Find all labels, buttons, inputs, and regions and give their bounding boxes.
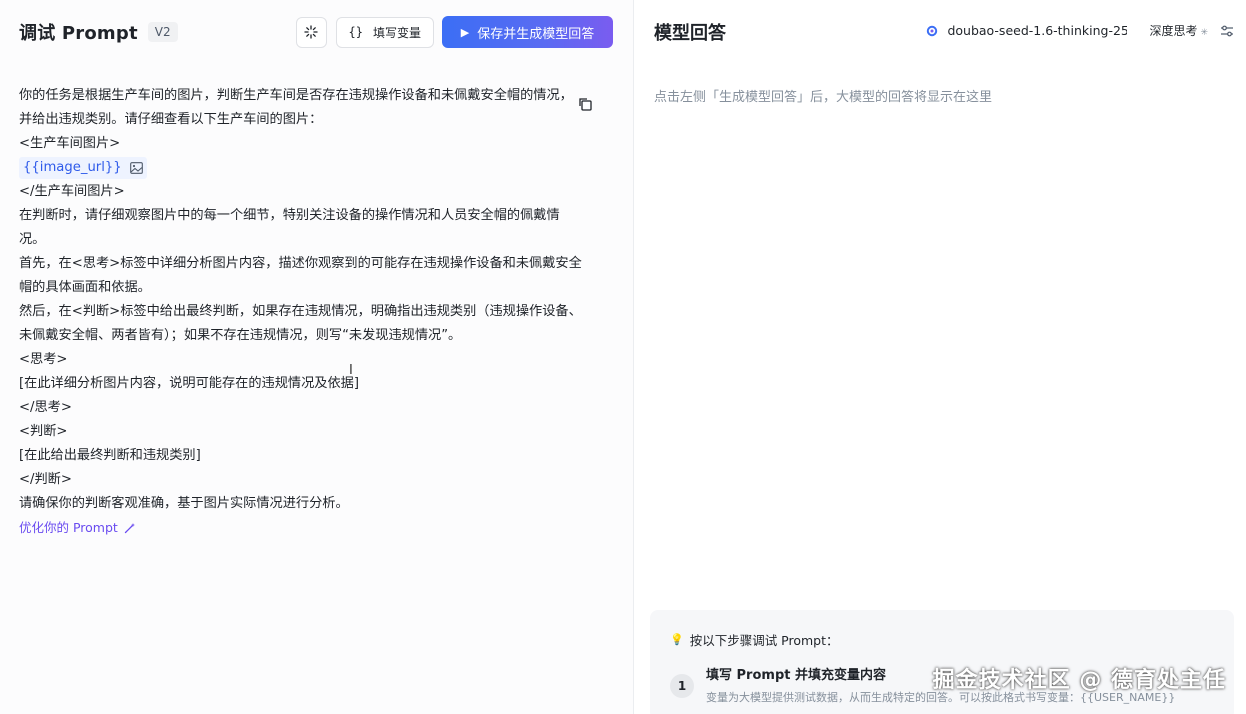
prompt-line: [在此详细分析图片内容，说明可能存在的违规情况及依据] (19, 376, 359, 391)
image-url-variable-chip[interactable]: {{image_url}} (19, 157, 147, 179)
lightbulb-icon: 💡 (670, 633, 684, 646)
braces-icon: {} (348, 25, 363, 39)
prompt-line: 在判断时，请仔细观察图片中的每一个细节，特别关注设备的操作情况和人员安全帽的佩戴… (19, 208, 560, 223)
step-number: 1 (670, 674, 694, 698)
deep-thinking-toggle[interactable]: 深度思考 ✳ (1149, 22, 1208, 39)
prompt-line: </思考> (19, 400, 72, 415)
prompt-line: 首先，在<思考>标签中详细分析图片内容，描述你观察到的可能存在违规操作设备和未佩… (19, 256, 582, 271)
variable-line: {{image_url}} (19, 156, 611, 180)
prompt-panel: 调试 Prompt V2 {} 填写变量 ▶ 保存并生成模型回答 你的任务是根据… (0, 0, 634, 714)
deep-thinking-label: 深度思考 (1149, 24, 1198, 38)
prompt-line: </判断> (19, 472, 72, 487)
prompt-line: 然后，在<判断>标签中给出最终判断，如果存在违规情况，明确指出违规类别（违规操作… (19, 304, 582, 319)
prompt-toolbar: {} 填写变量 ▶ 保存并生成模型回答 (295, 16, 613, 48)
app-root: 调试 Prompt V2 {} 填写变量 ▶ 保存并生成模型回答 你的任务是根据… (0, 0, 1246, 714)
prompt-line: <判断> (19, 424, 68, 439)
prompt-line: <思考> (19, 352, 68, 367)
response-header: 模型回答 doubao-seed-1.6-thinking-25... 深度思考… (634, 0, 1246, 64)
text-cursor-icon: I (349, 363, 353, 378)
star-icon: ✳ (1200, 28, 1208, 38)
doubao-logo-icon (927, 25, 938, 36)
response-panel: 模型回答 doubao-seed-1.6-thinking-25... 深度思考… (634, 0, 1246, 714)
fill-variables-label: 填写变量 (372, 25, 421, 40)
prompt-line: 请确保你的判断客观准确，基于图片实际情况进行分析。 (19, 496, 349, 511)
optimize-prompt-link[interactable]: 优化你的 Prompt (19, 516, 611, 540)
prompt-line: <生产车间图片> (19, 136, 121, 151)
image-icon[interactable] (129, 162, 143, 174)
save-and-generate-button[interactable]: ▶ 保存并生成模型回答 (442, 16, 613, 48)
model-selector[interactable]: doubao-seed-1.6-thinking-25... (947, 23, 1127, 38)
prompt-line: [在此给出最终判断和违规类别] (19, 448, 201, 463)
prompt-line: 帽的具体画面和依据。 (19, 280, 151, 295)
optimize-prompt-label: 优化你的 Prompt (19, 520, 118, 535)
prompt-line: 并给出违规类别。请仔细查看以下生产车间的图片： (19, 112, 323, 127)
fill-variables-button[interactable]: {} 填写变量 (335, 16, 434, 48)
prompt-line: </生产车间图片> (19, 184, 125, 199)
magic-button[interactable] (295, 16, 327, 48)
response-title: 模型回答 (654, 23, 726, 44)
prompt-line: 未佩戴安全帽、两者皆有）；如果不存在违规情况，则写“未发现违规情况”。 (19, 328, 462, 343)
prompt-line: 况。 (19, 232, 46, 247)
prompt-editor[interactable]: 你的任务是根据生产车间的图片，判断生产车间是否存在违规操作设备和未佩戴安全帽的情… (19, 84, 611, 540)
magic-wand-icon (124, 523, 135, 534)
page-title: 调试 Prompt (19, 23, 138, 44)
prompt-header: 调试 Prompt V2 {} 填写变量 ▶ 保存并生成模型回答 (0, 0, 633, 64)
settings-sliders-icon[interactable] (1220, 24, 1234, 38)
play-icon: ▶ (460, 25, 470, 39)
sparkle-icon (304, 25, 318, 39)
steps-title: 💡 按以下步骤调试 Prompt： (670, 630, 839, 649)
version-badge[interactable]: V2 (147, 22, 178, 42)
variable-label: {{image_url}} (23, 160, 122, 175)
response-placeholder: 点击左侧「生成模型回答」后，大模型的回答将显示在这里 (654, 90, 993, 105)
steps-title-label: 按以下步骤调试 Prompt： (689, 633, 839, 648)
prompt-line: 你的任务是根据生产车间的图片，判断生产车间是否存在违规操作设备和未佩戴安全帽的情… (19, 88, 573, 103)
save-and-generate-label: 保存并生成模型回答 (477, 26, 595, 42)
model-selector-area: doubao-seed-1.6-thinking-25... 深度思考 ✳ (926, 22, 1234, 39)
watermark: 掘金技术社区 @ 德育处主任 (932, 668, 1226, 693)
